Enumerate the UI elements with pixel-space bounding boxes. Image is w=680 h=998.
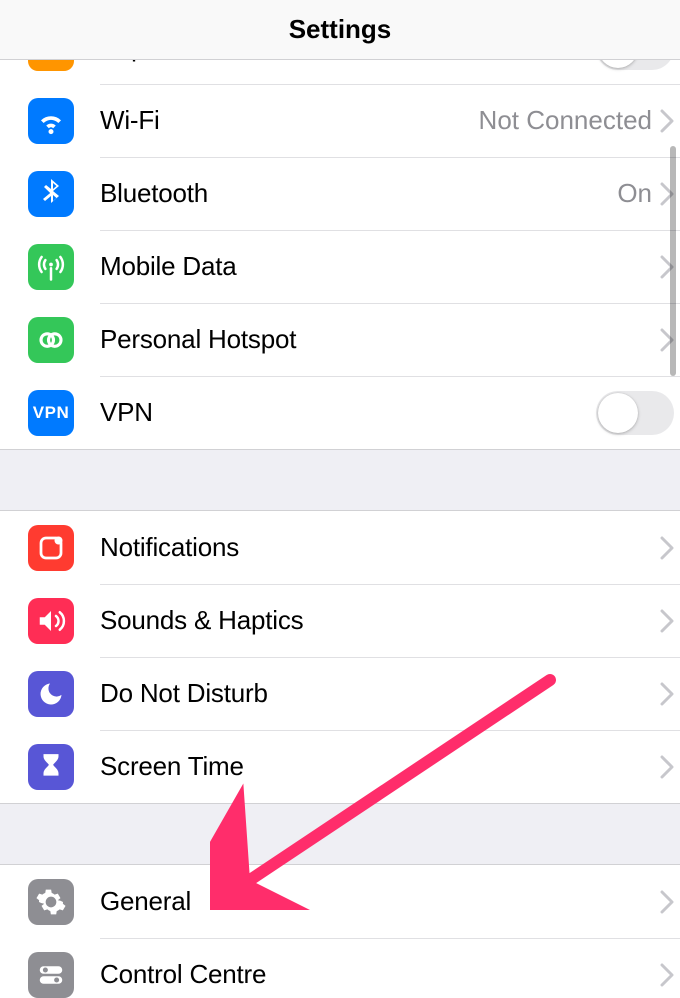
settings-group-notifications: Notifications Sounds & Haptics Do Not Di… <box>0 510 680 804</box>
row-value: Not Connected <box>479 105 652 136</box>
row-label: Bluetooth <box>100 178 617 209</box>
row-airplane-mode[interactable]: Airplane Mode <box>0 60 680 84</box>
page-title: Settings <box>289 14 392 45</box>
chevron-right-icon <box>660 963 674 987</box>
antenna-icon <box>28 244 74 290</box>
row-vpn[interactable]: VPN VPN <box>0 376 680 449</box>
chevron-right-icon <box>660 682 674 706</box>
gear-icon <box>28 879 74 925</box>
row-label: VPN <box>100 397 596 428</box>
vpn-toggle[interactable] <box>596 391 674 435</box>
vpn-badge-text: VPN <box>33 403 69 423</box>
group-spacer <box>0 804 680 864</box>
wifi-icon <box>28 98 74 144</box>
chevron-right-icon <box>660 609 674 633</box>
row-label: Control Centre <box>100 959 660 990</box>
hourglass-icon <box>28 744 74 790</box>
airplane-toggle[interactable] <box>596 60 674 70</box>
scrollbar-thumb[interactable] <box>670 146 676 376</box>
bluetooth-icon <box>28 171 74 217</box>
chevron-right-icon <box>660 755 674 779</box>
settings-group-general: General Control Centre <box>0 864 680 998</box>
row-label: Mobile Data <box>100 251 660 282</box>
chevron-right-icon <box>660 109 674 133</box>
row-value: On <box>617 178 652 209</box>
row-notifications[interactable]: Notifications <box>0 511 680 584</box>
speaker-icon <box>28 598 74 644</box>
row-label: Do Not Disturb <box>100 678 660 709</box>
page-header: Settings <box>0 0 680 60</box>
row-label: Personal Hotspot <box>100 324 660 355</box>
row-general[interactable]: General <box>0 865 680 938</box>
toggles-icon <box>28 952 74 998</box>
vpn-icon: VPN <box>28 390 74 436</box>
row-personal-hotspot[interactable]: Personal Hotspot <box>0 303 680 376</box>
settings-scroll-area[interactable]: Airplane Mode Wi-Fi Not Connected Blueto… <box>0 60 680 998</box>
row-label: General <box>100 886 660 917</box>
row-screen-time[interactable]: Screen Time <box>0 730 680 803</box>
row-bluetooth[interactable]: Bluetooth On <box>0 157 680 230</box>
row-label: Wi-Fi <box>100 105 479 136</box>
moon-icon <box>28 671 74 717</box>
chevron-right-icon <box>660 536 674 560</box>
notifications-icon <box>28 525 74 571</box>
row-label: Sounds & Haptics <box>100 605 660 636</box>
row-mobile-data[interactable]: Mobile Data <box>0 230 680 303</box>
group-spacer <box>0 450 680 510</box>
airplane-icon <box>28 60 74 71</box>
row-label: Notifications <box>100 532 660 563</box>
settings-group-connectivity: Airplane Mode Wi-Fi Not Connected Blueto… <box>0 60 680 450</box>
row-control-centre[interactable]: Control Centre <box>0 938 680 998</box>
row-label: Airplane Mode <box>100 60 596 63</box>
chevron-right-icon <box>660 890 674 914</box>
row-wifi[interactable]: Wi-Fi Not Connected <box>0 84 680 157</box>
hotspot-icon <box>28 317 74 363</box>
row-do-not-disturb[interactable]: Do Not Disturb <box>0 657 680 730</box>
row-label: Screen Time <box>100 751 660 782</box>
row-sounds-haptics[interactable]: Sounds & Haptics <box>0 584 680 657</box>
